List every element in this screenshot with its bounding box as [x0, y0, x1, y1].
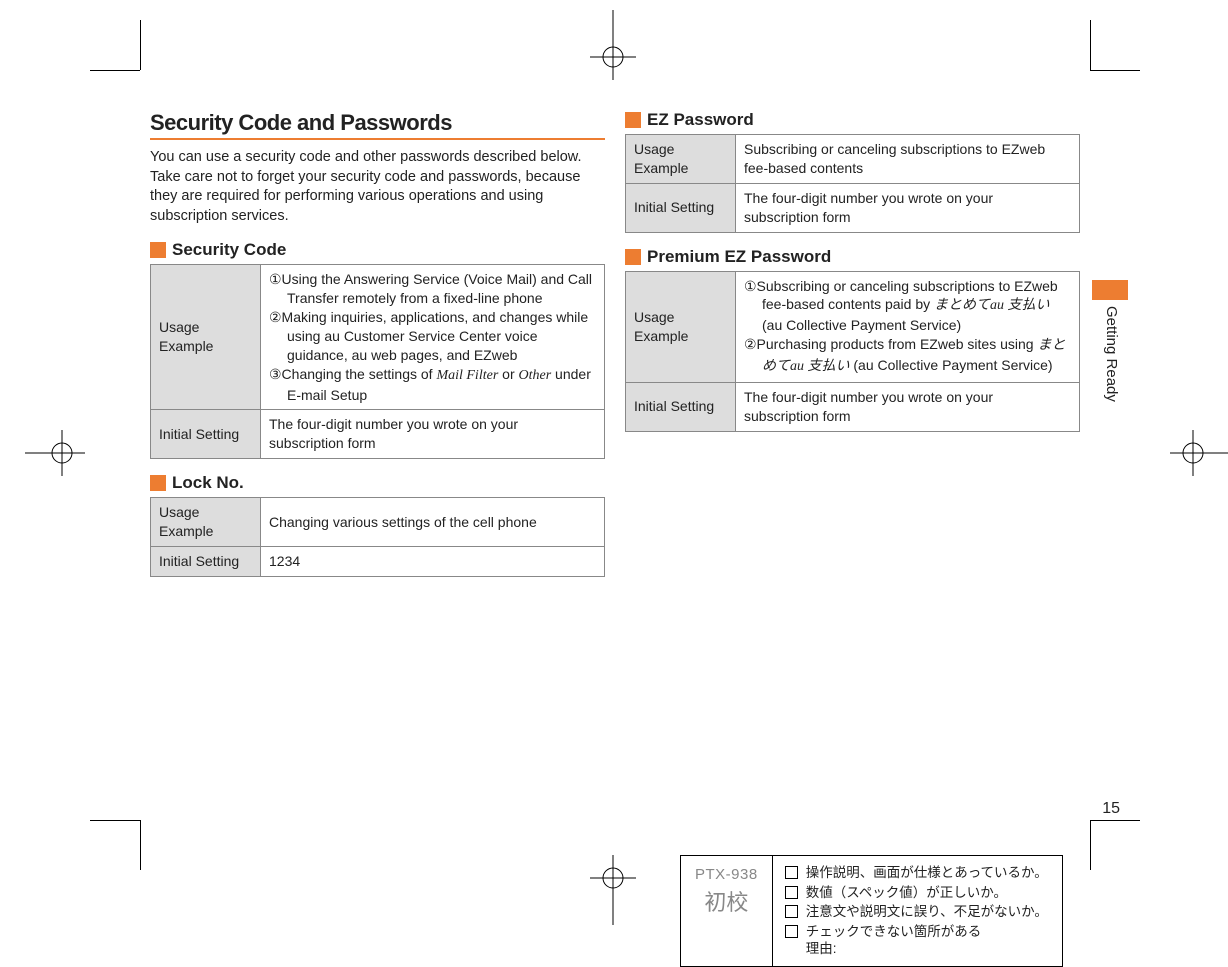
check-item-3: 注意文や説明文に誤り、不足がないか。 — [806, 903, 1048, 921]
ez-password-initial: The four-digit number you wrote on your … — [736, 183, 1080, 232]
lock-no-heading: Lock No. — [150, 473, 605, 493]
lock-no-initial: 1234 — [261, 547, 605, 577]
ez-password-usage: Subscribing or canceling subscriptions t… — [736, 135, 1080, 184]
lock-no-table: Usage Example Changing various settings … — [150, 497, 605, 577]
lock-no-usage: Changing various settings of the cell ph… — [261, 498, 605, 547]
premium-ez-heading: Premium EZ Password — [625, 247, 1080, 267]
initial-setting-label: Initial Setting — [151, 410, 261, 459]
page-heading: Security Code and Passwords — [150, 110, 605, 140]
registration-mark-top-icon — [590, 10, 636, 80]
usage-example-label: Usage Example — [151, 265, 261, 410]
registration-mark-bottom-icon — [590, 855, 636, 925]
initial-setting-label: Initial Setting — [151, 547, 261, 577]
premium-ez-usage: ①Subscribing or canceling subscriptions … — [736, 271, 1080, 382]
registration-mark-left-icon — [25, 430, 85, 476]
proof-id-block: PTX-938 初校 — [681, 856, 773, 966]
security-code-heading: Security Code — [150, 240, 605, 260]
side-tab-bar — [1092, 280, 1128, 300]
intro-text: You can use a security code and other pa… — [150, 148, 605, 226]
premium-ez-initial: The four-digit number you wrote on your … — [736, 383, 1080, 432]
usage-example-label: Usage Example — [151, 498, 261, 547]
initial-setting-label: Initial Setting — [626, 383, 736, 432]
check-item-1: 操作説明、画面が仕様とあっているか。 — [806, 864, 1048, 882]
side-tab-label: Getting Ready — [1103, 306, 1120, 402]
square-bullet-icon — [150, 242, 166, 258]
ez-password-heading: EZ Password — [625, 110, 1080, 130]
lock-no-title: Lock No. — [172, 473, 244, 493]
checkbox-icon[interactable] — [785, 866, 798, 879]
registration-mark-right-icon — [1170, 430, 1228, 476]
usage-example-label: Usage Example — [626, 135, 736, 184]
security-code-table: Usage Example ①Using the Answering Servi… — [150, 264, 605, 459]
square-bullet-icon — [625, 249, 641, 265]
premium-ez-title: Premium EZ Password — [647, 247, 831, 267]
ez-password-title: EZ Password — [647, 110, 754, 130]
usage-example-label: Usage Example — [626, 271, 736, 382]
proof-check-box: PTX-938 初校 操作説明、画面が仕様とあっているか。 数値（スペック値）が… — [680, 855, 1063, 967]
document-code: PTX-938 — [695, 866, 758, 883]
check-item-2: 数値（スペック値）が正しいか。 — [806, 884, 1007, 902]
security-code-initial: The four-digit number you wrote on your … — [261, 410, 605, 459]
checkbox-icon[interactable] — [785, 886, 798, 899]
initial-setting-label: Initial Setting — [626, 183, 736, 232]
checkbox-icon[interactable] — [785, 925, 798, 938]
square-bullet-icon — [150, 475, 166, 491]
checkbox-icon[interactable] — [785, 905, 798, 918]
proof-stage: 初校 — [695, 885, 758, 917]
security-code-usage: ①Using the Answering Service (Voice Mail… — [261, 265, 605, 410]
check-item-4: チェックできない箇所がある理由: — [806, 923, 982, 958]
premium-ez-table: Usage Example ①Subscribing or canceling … — [625, 271, 1080, 432]
proof-checklist: 操作説明、画面が仕様とあっているか。 数値（スペック値）が正しいか。 注意文や説… — [773, 856, 1062, 966]
square-bullet-icon — [625, 112, 641, 128]
ez-password-table: Usage Example Subscribing or canceling s… — [625, 134, 1080, 233]
security-code-title: Security Code — [172, 240, 286, 260]
left-column: Security Code and Passwords You can use … — [150, 110, 605, 577]
page-number: 15 — [1102, 800, 1120, 818]
right-column: EZ Password Usage Example Subscribing or… — [625, 110, 1080, 577]
